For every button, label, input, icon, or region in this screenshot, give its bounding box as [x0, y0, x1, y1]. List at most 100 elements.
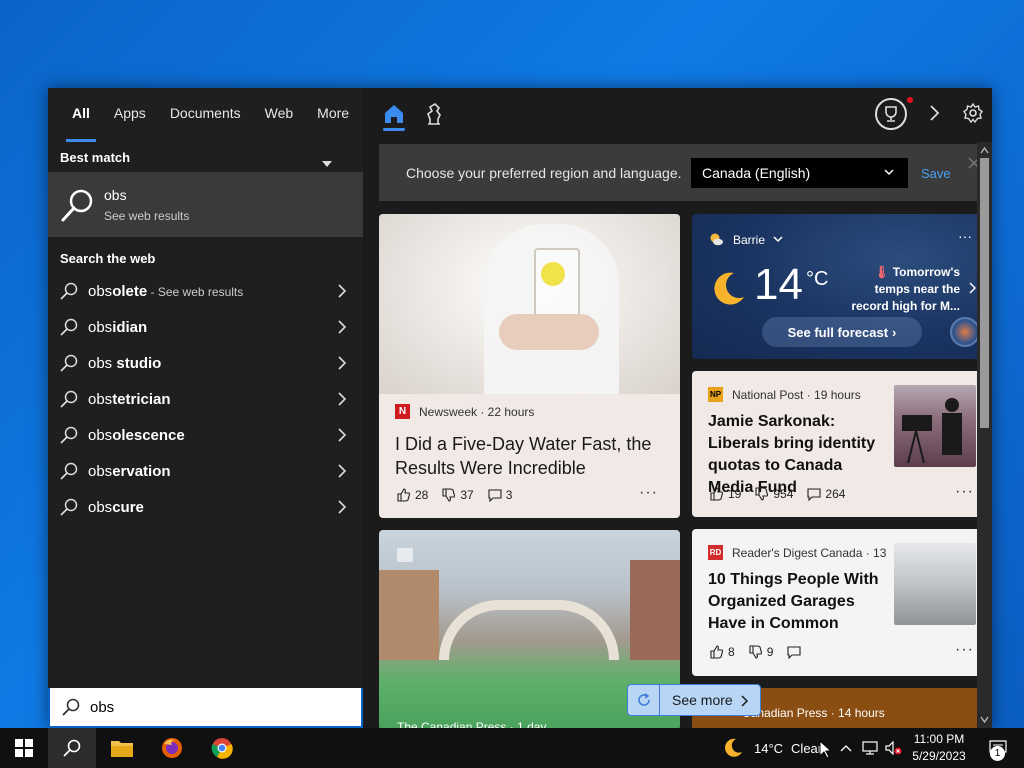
web-suggestion-item[interactable]: obsolete - See web results — [48, 273, 363, 309]
search-panel: All Apps Documents Web More Best match o… — [48, 88, 992, 728]
readers-digest-logo-icon: RD — [708, 545, 723, 560]
more-options-icon[interactable]: ··· — [955, 641, 974, 659]
web-suggestion-item[interactable]: obstetrician — [48, 381, 363, 417]
chevron-right-icon[interactable] — [968, 282, 976, 294]
search-icon — [60, 426, 78, 444]
rewards-button[interactable] — [875, 98, 907, 130]
article-source-text: Canadian Press · 14 hours — [742, 706, 885, 720]
search-input[interactable] — [90, 698, 330, 716]
chevron-right-icon[interactable] — [337, 356, 347, 370]
image-detail — [541, 262, 565, 286]
file-explorer-button[interactable] — [98, 728, 146, 768]
suggestion-text: observation — [88, 463, 171, 480]
suggestion-query: obs — [88, 318, 113, 336]
news-card-readers-digest[interactable]: RD Reader's Digest Canada · 13 10 Things… — [692, 529, 992, 676]
article-source: N Newsweek · 22 hours — [395, 404, 534, 419]
tab-documents[interactable]: Documents — [158, 88, 253, 142]
suggestion-completion: idian — [112, 318, 148, 336]
show-hidden-icons-button[interactable] — [838, 728, 854, 768]
dislike-button[interactable]: 37 — [442, 488, 474, 502]
gear-icon[interactable] — [963, 103, 983, 123]
region-save-button[interactable]: Save — [921, 166, 951, 181]
network-button[interactable] — [860, 728, 880, 768]
comment-button[interactable] — [787, 645, 805, 659]
weather-forecast-note[interactable]: 🌡 Tomorrow's temps near the record high … — [842, 264, 960, 315]
like-button[interactable]: 28 — [397, 488, 428, 502]
see-full-forecast-button[interactable]: See full forecast › — [762, 317, 922, 347]
search-tabs: All Apps Documents Web More — [48, 88, 363, 168]
comment-button[interactable]: 3 — [488, 488, 513, 502]
comment-button[interactable]: 264 — [807, 487, 845, 501]
more-options-icon[interactable]: ··· — [958, 228, 972, 244]
search-box[interactable] — [48, 688, 363, 728]
chevron-right-icon[interactable] — [928, 104, 940, 122]
scroll-down-icon[interactable] — [980, 715, 989, 724]
suggestion-text: obsolete - See web results — [88, 283, 243, 300]
notification-dot — [907, 97, 913, 103]
dislike-button[interactable]: 954 — [755, 487, 793, 501]
web-suggestion-item[interactable]: observation — [48, 453, 363, 489]
search-results-pane: All Apps Documents Web More Best match o… — [48, 88, 363, 728]
tab-web[interactable]: Web — [253, 88, 306, 142]
region-dropdown[interactable]: Canada (English) — [691, 158, 908, 188]
taskbar-search-button[interactable] — [48, 728, 96, 768]
home-icon[interactable] — [383, 102, 405, 126]
chevron-right-icon[interactable] — [337, 320, 347, 334]
web-suggestion-item[interactable]: obscure — [48, 489, 363, 525]
article-headline[interactable]: I Did a Five-Day Water Fast, the Results… — [395, 432, 665, 480]
like-button[interactable]: 19 — [710, 487, 741, 501]
suggestion-completion: tetrician — [112, 390, 171, 408]
search-icon — [60, 462, 78, 480]
region-dropdown-value: Canada (English) — [702, 165, 811, 181]
see-full-forecast-label: See full forecast — [787, 324, 889, 340]
see-more-button[interactable]: See more — [627, 684, 761, 716]
tab-all[interactable]: All — [60, 88, 102, 142]
weather-location[interactable]: Barrie — [709, 232, 783, 247]
taskbar-weather[interactable]: 14°C Clear — [714, 728, 826, 768]
more-options-icon[interactable]: ··· — [955, 483, 974, 501]
tab-more[interactable]: More — [305, 88, 363, 168]
image-detail — [499, 314, 599, 350]
chess-piece-icon[interactable] — [423, 102, 445, 126]
feed-scrollbar[interactable] — [977, 142, 992, 728]
chrome-button[interactable] — [198, 728, 246, 768]
volume-button[interactable] — [884, 728, 904, 768]
article-reactions: 28 37 3 — [397, 488, 526, 502]
chevron-right-icon[interactable] — [337, 392, 347, 406]
news-card-national-post[interactable]: NP National Post · 19 hours Jamie Sarkon… — [692, 371, 992, 517]
like-count: 8 — [728, 645, 735, 659]
chevron-right-icon[interactable] — [337, 500, 347, 514]
weather-map-thumbnail[interactable] — [950, 317, 980, 347]
thumbs-down-icon — [755, 487, 769, 501]
chevron-right-icon[interactable] — [337, 464, 347, 478]
web-suggestion-item[interactable]: obsidian — [48, 309, 363, 345]
best-match-item[interactable]: obs See web results — [48, 172, 363, 237]
refresh-icon[interactable] — [628, 685, 660, 715]
web-suggestion-item[interactable]: obs studio — [48, 345, 363, 381]
scrollbar-thumb[interactable] — [980, 158, 989, 428]
article-image — [379, 214, 680, 394]
suggestion-completion: olescence — [112, 426, 185, 444]
firefox-button[interactable] — [148, 728, 196, 768]
weather-card[interactable]: Barrie ··· 14 °C 🌡 Tomorrow's temps near… — [692, 214, 992, 359]
tab-apps[interactable]: Apps — [102, 88, 158, 142]
like-count: 28 — [415, 488, 429, 502]
article-headline[interactable]: Jamie Sarkonak: Liberals bring identity … — [708, 411, 890, 499]
chevron-right-icon[interactable] — [337, 284, 347, 298]
chevron-right-icon[interactable] — [337, 428, 347, 442]
video-icon — [397, 548, 413, 562]
start-button[interactable] — [0, 728, 48, 768]
windows-logo-icon — [15, 739, 33, 757]
scroll-up-icon[interactable] — [980, 146, 989, 155]
web-suggestion-item[interactable]: obsolescence — [48, 417, 363, 453]
taskbar-clock[interactable]: 11:00 PM 5/29/2023 — [908, 731, 970, 765]
like-button[interactable]: 8 — [710, 645, 735, 659]
article-source-text: Newsweek · 22 hours — [419, 404, 535, 419]
dislike-button[interactable]: 9 — [749, 645, 773, 659]
chevron-right-icon: › — [892, 324, 897, 340]
more-options-icon[interactable]: ··· — [639, 484, 658, 502]
comment-count: 264 — [825, 487, 846, 501]
comment-count: 3 — [505, 488, 513, 502]
news-card-newsweek[interactable]: N Newsweek · 22 hours I Did a Five-Day W… — [379, 214, 680, 518]
article-headline[interactable]: 10 Things People With Organized Garages … — [708, 569, 890, 635]
